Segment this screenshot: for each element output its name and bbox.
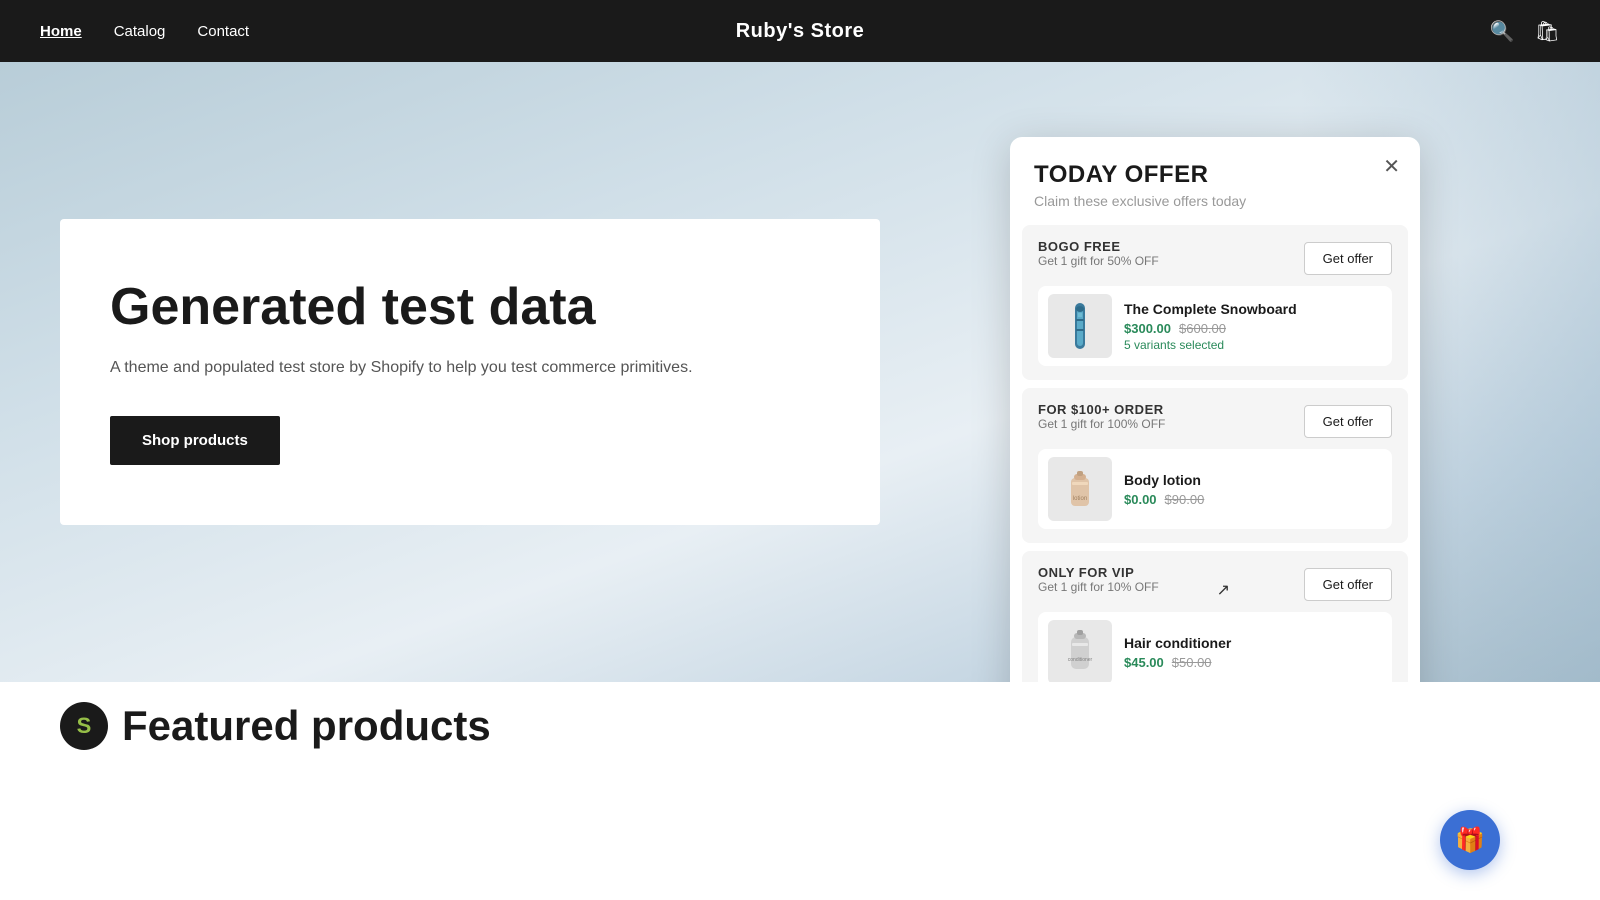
lotion-info: Body lotion $0.00 $90.00 bbox=[1124, 472, 1382, 507]
conditioner-name: Hair conditioner bbox=[1124, 635, 1382, 651]
nav-contact[interactable]: Contact bbox=[197, 23, 249, 40]
offer-modal: TODAY OFFER Claim these exclusive offers… bbox=[1010, 137, 1420, 682]
conditioner-price-new: $45.00 bbox=[1124, 655, 1164, 670]
svg-text:conditioner: conditioner bbox=[1068, 657, 1093, 663]
offer-bogo-desc: Get 1 gift for 50% OFF bbox=[1038, 254, 1159, 268]
hero-card: Generated test data A theme and populate… bbox=[60, 219, 880, 525]
gift-icon: 🎁 bbox=[1455, 826, 1485, 855]
offer-vip-title: Only for VIP bbox=[1038, 565, 1159, 580]
offer-vip-desc: Get 1 gift for 10% OFF bbox=[1038, 580, 1159, 594]
hero-section: Generated test data A theme and populate… bbox=[0, 62, 1600, 682]
offer-section-bogo-header: BOGO FREE Get 1 gift for 50% OFF Get off… bbox=[1038, 239, 1392, 278]
lotion-name: Body lotion bbox=[1124, 472, 1382, 488]
store-title: Ruby's Store bbox=[736, 20, 865, 43]
svg-text:lotion: lotion bbox=[1073, 496, 1087, 502]
snowboard-variants: 5 variants selected bbox=[1124, 338, 1382, 352]
search-icon[interactable]: 🔍 bbox=[1490, 19, 1515, 44]
offer-modal-header: TODAY OFFER Claim these exclusive offers… bbox=[1010, 137, 1420, 217]
navbar: Home Catalog Contact Ruby's Store 🔍 🛍 bbox=[0, 0, 1600, 62]
offer-modal-subtitle: Claim these exclusive offers today bbox=[1034, 193, 1396, 209]
conditioner-image: conditioner bbox=[1048, 620, 1112, 682]
offer-modal-body[interactable]: BOGO FREE Get 1 gift for 50% OFF Get off… bbox=[1010, 217, 1420, 682]
snowboard-prices: $300.00 $600.00 bbox=[1124, 321, 1382, 336]
conditioner-price-old: $50.00 bbox=[1172, 655, 1212, 670]
offer-product-conditioner: conditioner Hair conditioner $45.00 $50.… bbox=[1038, 612, 1392, 682]
gift-float-button[interactable]: 🎁 bbox=[1440, 810, 1500, 870]
offer-product-snowboard: The Complete Snowboard $300.00 $600.00 5… bbox=[1038, 286, 1392, 366]
get-offer-hundred-button[interactable]: Get offer bbox=[1304, 405, 1392, 438]
offer-section-vip-header: Only for VIP Get 1 gift for 10% OFF Get … bbox=[1038, 565, 1392, 604]
snowboard-name: The Complete Snowboard bbox=[1124, 301, 1382, 317]
nav-catalog[interactable]: Catalog bbox=[114, 23, 166, 40]
cart-icon[interactable]: 🛍 bbox=[1535, 19, 1560, 44]
hero-title: Generated test data bbox=[110, 279, 820, 336]
offer-close-button[interactable]: ✕ bbox=[1383, 157, 1400, 177]
get-offer-vip-button[interactable]: Get offer bbox=[1304, 568, 1392, 601]
shopify-badge: S bbox=[60, 702, 108, 750]
snowboard-info: The Complete Snowboard $300.00 $600.00 5… bbox=[1124, 301, 1382, 352]
lotion-price-new: $0.00 bbox=[1124, 492, 1157, 507]
snowboard-price-old: $600.00 bbox=[1179, 321, 1226, 336]
lotion-image: lotion bbox=[1048, 457, 1112, 521]
offer-section-hundred-header: For $100+ order Get 1 gift for 100% OFF … bbox=[1038, 402, 1392, 441]
shop-products-button[interactable]: Shop products bbox=[110, 416, 280, 465]
offer-hundred-title: For $100+ order bbox=[1038, 402, 1165, 417]
nav-icons: 🔍 🛍 bbox=[1490, 19, 1560, 44]
featured-section: S Featured products bbox=[0, 682, 1600, 750]
lotion-prices: $0.00 $90.00 bbox=[1124, 492, 1382, 507]
snowboard-price-new: $300.00 bbox=[1124, 321, 1171, 336]
conditioner-info: Hair conditioner $45.00 $50.00 bbox=[1124, 635, 1382, 670]
offer-section-vip: Only for VIP Get 1 gift for 10% OFF Get … bbox=[1022, 551, 1408, 682]
offer-modal-title: TODAY OFFER bbox=[1034, 161, 1396, 189]
offer-hundred-desc: Get 1 gift for 100% OFF bbox=[1038, 417, 1165, 431]
lotion-price-old: $90.00 bbox=[1165, 492, 1205, 507]
snowboard-image bbox=[1048, 294, 1112, 358]
nav-home[interactable]: Home bbox=[40, 23, 82, 40]
nav-links: Home Catalog Contact bbox=[40, 23, 249, 40]
offer-bogo-title: BOGO FREE bbox=[1038, 239, 1159, 254]
offer-section-bogo: BOGO FREE Get 1 gift for 50% OFF Get off… bbox=[1022, 225, 1408, 380]
conditioner-prices: $45.00 $50.00 bbox=[1124, 655, 1382, 670]
hero-subtitle: A theme and populated test store by Shop… bbox=[110, 356, 820, 380]
get-offer-bogo-button[interactable]: Get offer bbox=[1304, 242, 1392, 275]
offer-section-hundred: For $100+ order Get 1 gift for 100% OFF … bbox=[1022, 388, 1408, 543]
featured-products-title: Featured products bbox=[122, 702, 491, 750]
featured-title-container: S Featured products bbox=[60, 702, 1540, 750]
offer-product-lotion: lotion Body lotion $0.00 $90.00 bbox=[1038, 449, 1392, 529]
